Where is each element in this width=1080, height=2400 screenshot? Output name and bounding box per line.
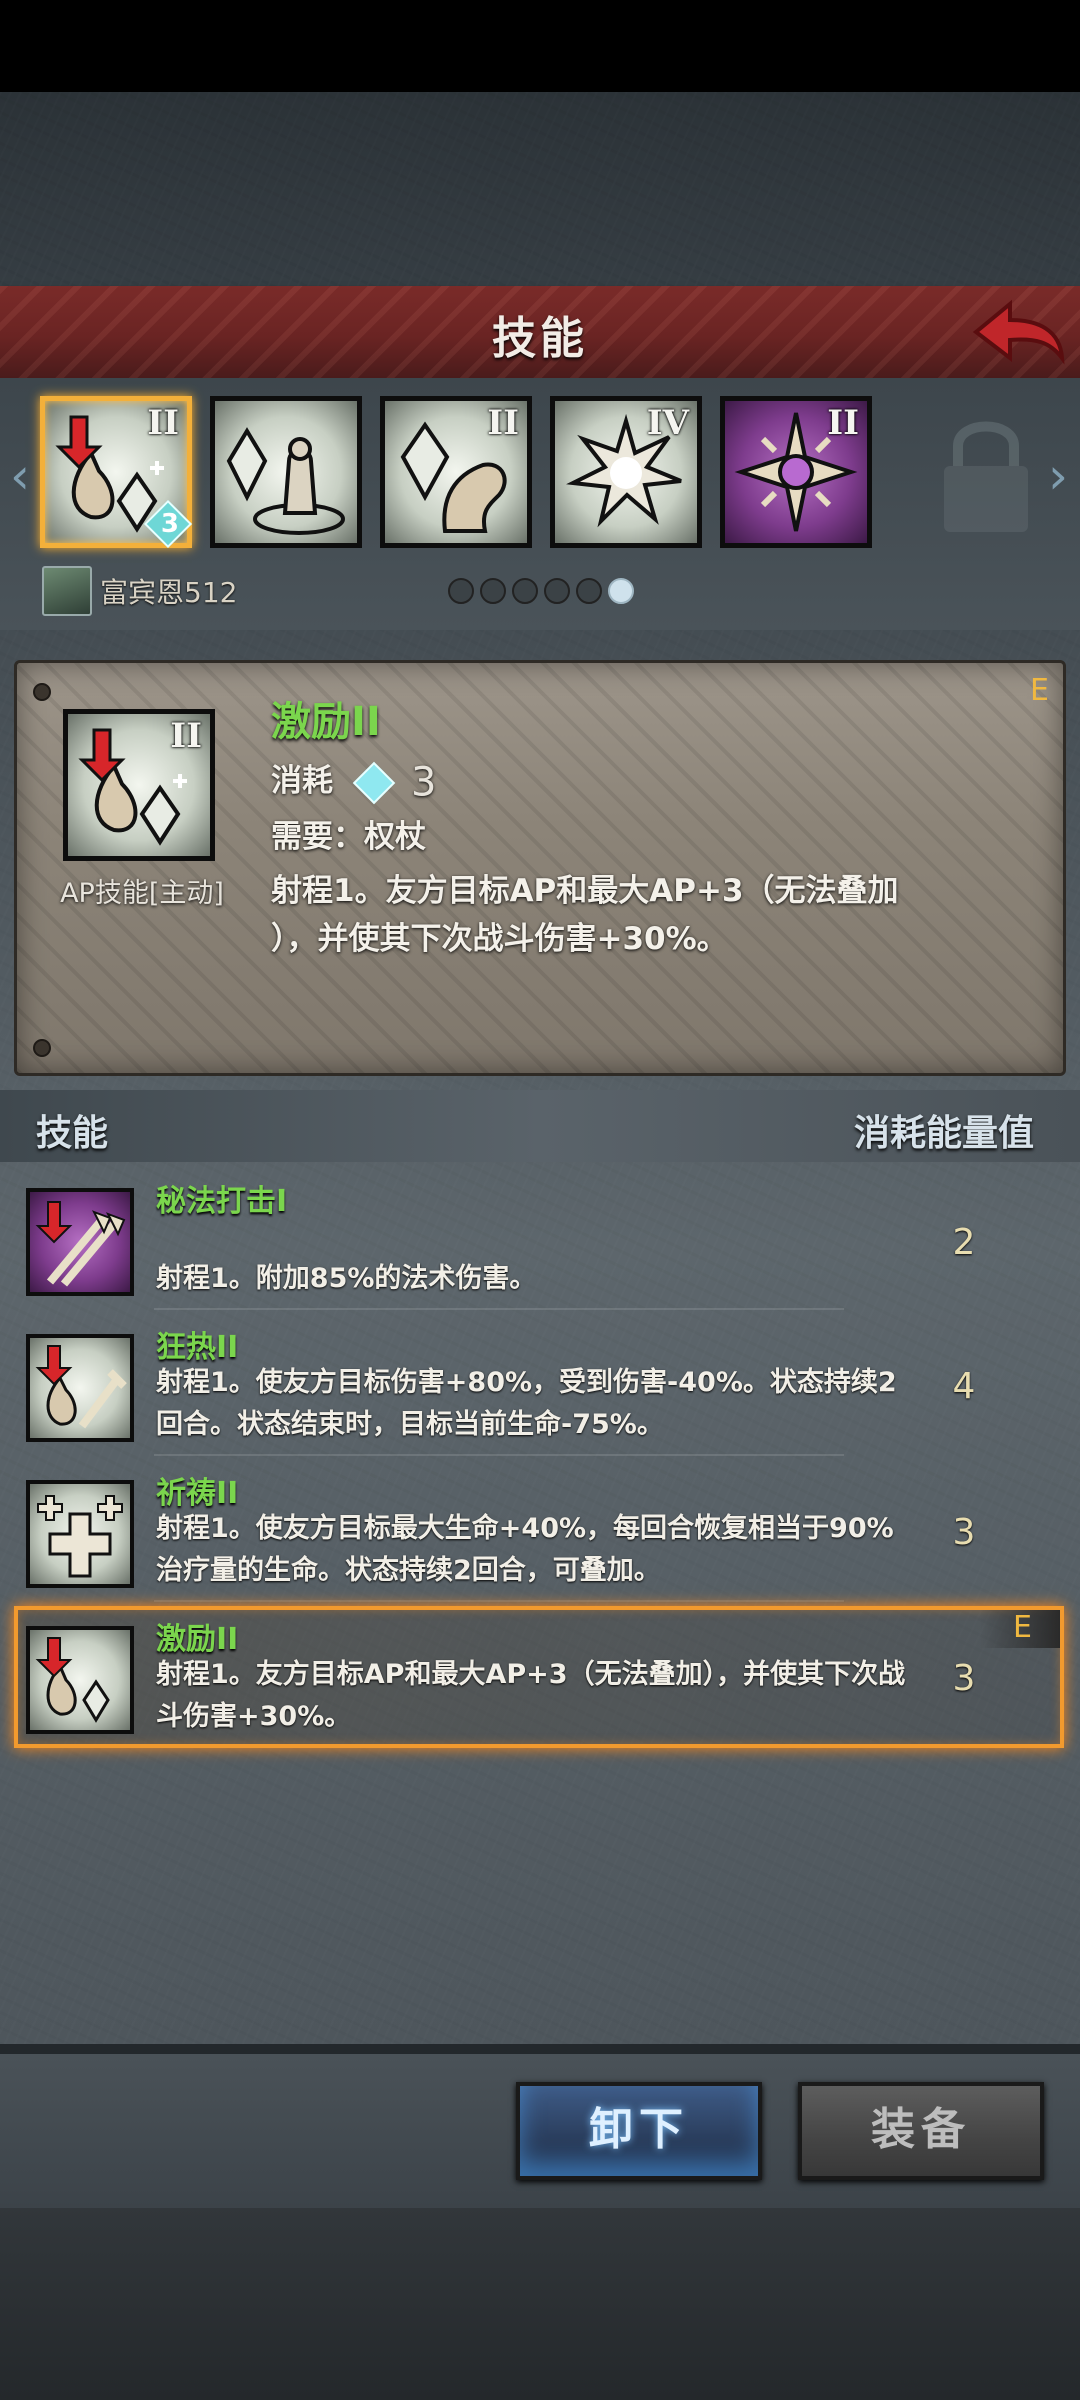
page-dot[interactable] (448, 578, 474, 604)
skill-slot-5[interactable]: II (720, 396, 872, 548)
page-dot[interactable] (576, 578, 602, 604)
slot-level: II (827, 403, 859, 443)
drop-sword-icon (26, 1334, 134, 1442)
skill-name: 激励II (156, 1622, 239, 1657)
page-dot[interactable] (544, 578, 570, 604)
skill-slot-2[interactable] (210, 396, 362, 548)
skill-desc: 射程1。友方目标AP和最大AP+3（无法叠加），并使其下次战斗伤害+30%。 (156, 1659, 906, 1732)
lock-icon (944, 421, 1028, 532)
owner-name: 富宾恩512 (100, 576, 238, 609)
skill-desc: 射程1。附加85%的法术伤害。 (156, 1263, 537, 1294)
slot-badge-count: 3 (160, 509, 179, 539)
skill-detail-panel: II AP技能[主动] 激励II 消耗 3 需要：权杖 射程1。友方目标AP和最大… (14, 660, 1066, 1076)
page-dot[interactable] (480, 578, 506, 604)
slot-level: IV (646, 403, 689, 443)
list-header-skill: 技能 (36, 1113, 109, 1154)
skill-slot-3[interactable]: II (380, 396, 532, 548)
grade-label: E (1013, 1610, 1032, 1645)
locked-slot (910, 396, 1062, 548)
skill-slot-4[interactable]: IV (550, 396, 702, 548)
skill-cost: 3 (952, 1658, 976, 1699)
detail-level: II (170, 716, 202, 756)
prev-arrow-icon[interactable]: ‹ (2, 446, 38, 506)
skill-cost: 4 (952, 1366, 976, 1407)
holy-cross-icon (26, 1480, 134, 1588)
skill-cost: 2 (952, 1222, 976, 1263)
skill-desc: 射程1。使友方目标最大生命+40%，每回合恢复相当于90%治疗量的生命。状态持续… (156, 1513, 894, 1586)
requirement-text: 需要：权杖 (271, 819, 426, 855)
skill-owner: 富宾恩512 (42, 566, 237, 616)
page-title: 技能 (492, 313, 588, 364)
skill-name: 祈祷II (156, 1476, 239, 1511)
skill-name: 秘法打击I (156, 1184, 288, 1219)
skill-slot-1[interactable]: II 3 (40, 396, 193, 549)
detail-skill-icon: II (63, 709, 215, 861)
slot-level: II (147, 403, 179, 443)
pager-dots (448, 578, 634, 604)
slot-level: II (487, 403, 519, 443)
page-dot[interactable] (512, 578, 538, 604)
page-dot-active[interactable] (608, 578, 634, 604)
list-item[interactable]: 祈祷II 射程1。使友方目标最大生命+40%，每回合恢复相当于90%治疗量的生命… (14, 1460, 1064, 1602)
skill-desc: 射程1。使友方目标伤害+80%，受到伤害-40%。状态持续2回合。状态结束时，目… (156, 1367, 897, 1440)
detail-desc-line1: 射程1。友方目标AP和最大AP+3（无法叠加 (271, 873, 899, 909)
detail-skill-name: 激励II (271, 699, 381, 745)
list-item[interactable]: 狂热II 射程1。使友方目标伤害+80%，受到伤害-40%。状态持续2回合。状态… (14, 1314, 1064, 1456)
skill-cost: 3 (952, 1512, 976, 1553)
drop-diamond-arrow-icon (26, 1626, 134, 1734)
list-header-cost: 消耗能量值 (853, 1113, 1034, 1154)
grade-label: E (1030, 673, 1049, 708)
detail-desc-line2: ），并使其下次战斗伤害+30%。 (271, 921, 728, 957)
spear-strike-icon (26, 1188, 134, 1296)
nav-bar-area (0, 2208, 1080, 2400)
list-item[interactable]: 秘法打击I 射程1。附加85%的法术伤害。 2 (14, 1168, 1064, 1310)
status-bar (0, 0, 1080, 92)
avatar (42, 566, 92, 616)
unequip-button[interactable]: 卸下 (516, 2082, 762, 2180)
back-arrow-icon[interactable] (968, 292, 1068, 372)
list-item-selected[interactable]: E 激励II 射程1。友方目标AP和最大AP+3（无法叠加），并使其下次战斗伤害… (14, 1606, 1064, 1748)
equip-button[interactable]: 装备 (798, 2082, 1044, 2180)
skill-list-header: 技能 消耗能量值 (0, 1090, 1080, 1162)
cost-row: 消耗 3 (271, 755, 436, 806)
energy-gem-icon (352, 761, 396, 804)
title-bar: 技能 (0, 286, 1080, 378)
skill-name: 狂热II (156, 1330, 239, 1365)
pillar-figure-icon (226, 427, 345, 535)
cost-value: 3 (411, 759, 437, 806)
cost-label: 消耗 (271, 763, 333, 799)
skill-type-label: AP技能[主动] (60, 878, 224, 909)
